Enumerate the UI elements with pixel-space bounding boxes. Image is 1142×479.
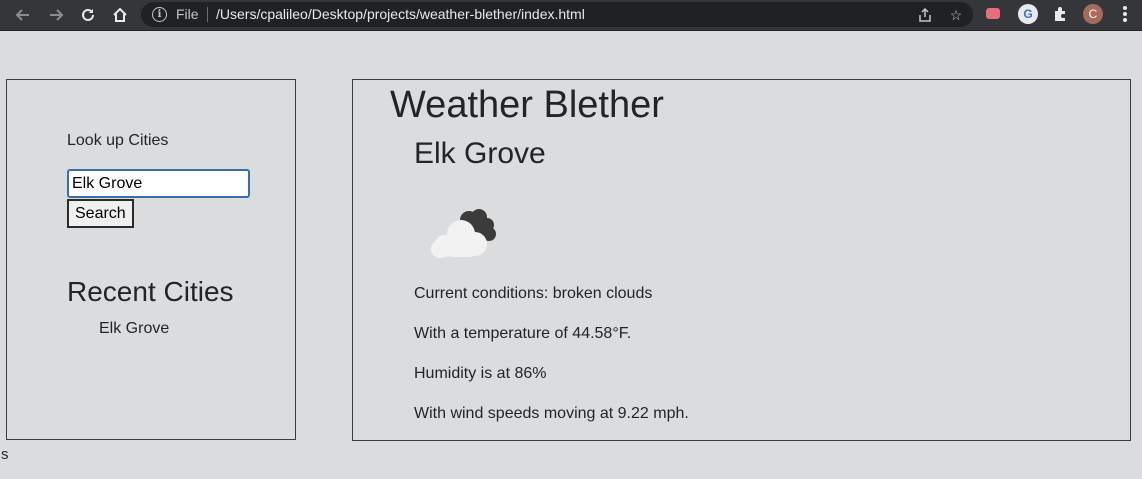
temperature-text: With a temperature of 44.58°F. xyxy=(414,325,632,342)
recent-cities-heading: Recent Cities xyxy=(67,276,234,307)
browser-toolbar: i File /Users/cpalileo/Desktop/projects/… xyxy=(0,0,1142,31)
back-icon[interactable] xyxy=(11,3,35,27)
weather-panel: Weather Blether Elk Grove Current condit… xyxy=(352,79,1131,441)
extension-g-icon[interactable]: G xyxy=(1018,4,1038,24)
share-icon[interactable] xyxy=(915,5,935,25)
recent-city-item[interactable]: Elk Grove xyxy=(99,320,169,338)
reload-icon[interactable] xyxy=(76,3,100,27)
current-conditions: Current conditions: broken clouds xyxy=(414,285,653,302)
scheme-label: File xyxy=(176,6,199,22)
avatar[interactable]: C xyxy=(1083,4,1103,24)
forward-icon[interactable] xyxy=(44,3,68,27)
broken-clouds-icon xyxy=(425,204,505,264)
address-bar[interactable]: i File /Users/cpalileo/Desktop/projects/… xyxy=(141,2,973,27)
search-panel: Look up Cities Search Recent Cities Elk … xyxy=(6,79,296,440)
omnibox-divider xyxy=(207,7,208,22)
page-title: Weather Blether xyxy=(390,84,664,126)
bookmark-star-icon[interactable]: ☆ xyxy=(946,5,966,25)
city-name: Elk Grove xyxy=(414,137,546,170)
extension-icon[interactable] xyxy=(986,4,1006,24)
extensions-puzzle-icon[interactable] xyxy=(1050,4,1070,24)
recent-cities-list: Elk Grove xyxy=(99,320,169,338)
home-icon[interactable] xyxy=(108,3,132,27)
url-text[interactable]: /Users/cpalileo/Desktop/projects/weather… xyxy=(216,6,585,22)
city-search-input[interactable] xyxy=(67,169,250,198)
search-button[interactable]: Search xyxy=(67,199,134,228)
humidity-text: Humidity is at 86% xyxy=(414,365,547,382)
info-icon[interactable]: i xyxy=(152,7,167,22)
search-heading: Look up Cities xyxy=(67,132,169,149)
wind-speed-text: With wind speeds moving at 9.22 mph. xyxy=(414,405,689,422)
stray-text: s xyxy=(1,446,9,463)
kebab-menu-icon[interactable] xyxy=(1117,4,1133,24)
